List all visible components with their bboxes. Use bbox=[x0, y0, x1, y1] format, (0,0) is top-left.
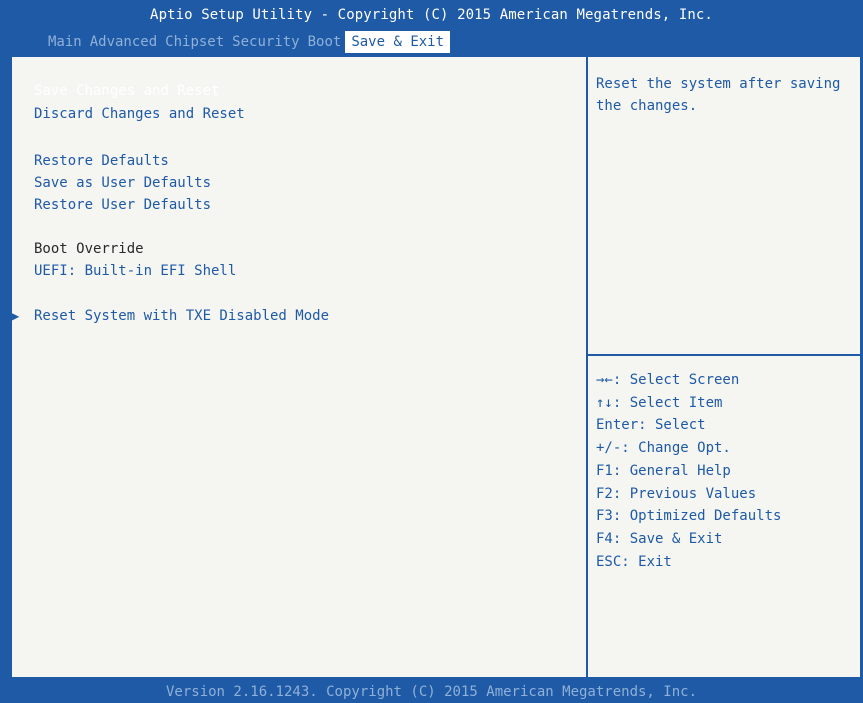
tab-advanced[interactable]: Advanced bbox=[86, 31, 161, 53]
key-select-item: ↑↓: Select Item bbox=[596, 394, 723, 411]
tab-save-exit[interactable]: Save & Exit bbox=[345, 31, 451, 53]
key-change-opt: +/-: Change Opt. bbox=[596, 440, 731, 457]
key-legend: →←: Select Screen ↑↓: Select Item Enter:… bbox=[596, 369, 781, 573]
key-save-exit: F4: Save & Exit bbox=[596, 530, 723, 547]
discard-changes-reset-item[interactable]: Discard Changes and Reset bbox=[34, 104, 245, 124]
uefi-shell-item[interactable]: UEFI: Built-in EFI Shell bbox=[34, 261, 236, 281]
horizontal-divider bbox=[588, 354, 862, 356]
key-optimized-defaults: F3: Optimized Defaults bbox=[596, 508, 782, 525]
main-panel: Save Changes and Reset Discard Changes a… bbox=[10, 55, 862, 679]
tab-boot[interactable]: Boot bbox=[304, 31, 346, 53]
footer-version: Version 2.16.1243. Copyright (C) 2015 Am… bbox=[165, 684, 697, 700]
tab-security[interactable]: Security bbox=[228, 31, 303, 53]
save-changes-reset-item[interactable]: Save Changes and Reset bbox=[34, 81, 219, 101]
key-esc-exit: ESC: Exit bbox=[596, 553, 672, 570]
restore-user-defaults-item[interactable]: Restore User Defaults bbox=[34, 195, 211, 215]
submenu-arrow-icon: ▶ bbox=[12, 309, 20, 323]
key-previous-values: F2: Previous Values bbox=[596, 485, 757, 502]
boot-override-label: Boot Override bbox=[34, 241, 144, 257]
header-bar: Aptio Setup Utility - Copyright (C) 2015… bbox=[0, 0, 863, 55]
tab-chipset[interactable]: Chipset bbox=[161, 31, 228, 53]
tab-main[interactable]: Main bbox=[44, 31, 86, 53]
help-text: Reset the system after saving the change… bbox=[596, 76, 841, 114]
key-select-screen: →←: Select Screen bbox=[596, 372, 740, 388]
key-enter: Enter: Select bbox=[596, 417, 706, 434]
key-general-help: F1: General Help bbox=[596, 462, 731, 479]
vertical-divider bbox=[586, 57, 588, 677]
reset-txe-disabled-item[interactable]: Reset System with TXE Disabled Mode bbox=[34, 306, 329, 326]
restore-defaults-item[interactable]: Restore Defaults bbox=[34, 151, 169, 171]
save-user-defaults-item[interactable]: Save as User Defaults bbox=[34, 173, 211, 193]
tab-bar: Main Advanced Chipset Security Boot Save… bbox=[44, 31, 451, 53]
title-bar: Aptio Setup Utility - Copyright (C) 2015… bbox=[150, 7, 713, 23]
